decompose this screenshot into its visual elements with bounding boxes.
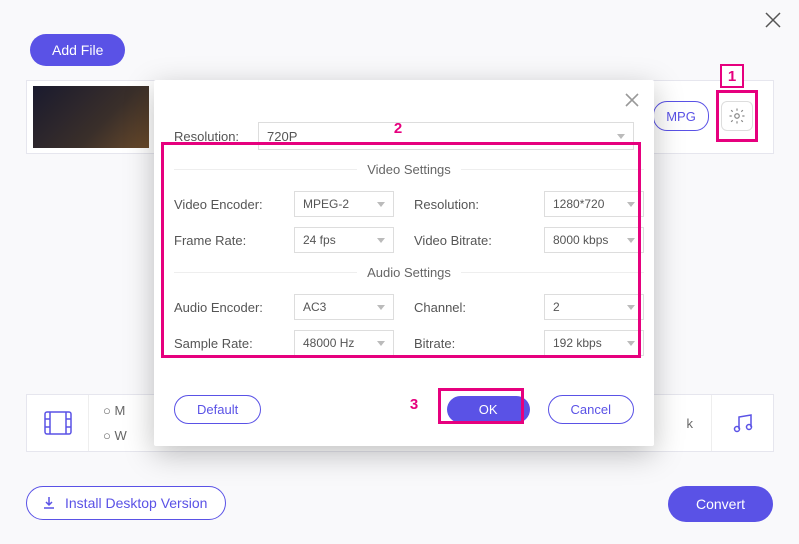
video-bitrate-label: Video Bitrate:: [414, 233, 524, 248]
video-settings-section: Video Settings Video Encoder: MPEG-2 Res…: [174, 162, 644, 253]
settings-gear-button[interactable]: [721, 101, 753, 131]
install-desktop-button[interactable]: Install Desktop Version: [26, 486, 226, 520]
chevron-down-icon: [377, 341, 385, 346]
format-button[interactable]: MPG: [653, 101, 709, 131]
download-icon: [41, 495, 57, 511]
chevron-down-icon: [627, 341, 635, 346]
video-output-tab[interactable]: [27, 395, 89, 451]
frame-rate-select[interactable]: 24 fps: [294, 227, 394, 253]
film-icon: [44, 411, 72, 435]
cancel-button[interactable]: Cancel: [548, 395, 634, 424]
audio-settings-legend: Audio Settings: [357, 265, 461, 280]
audio-settings-section: Audio Settings Audio Encoder: AC3 Channe…: [174, 265, 644, 356]
frame-rate-label: Frame Rate:: [174, 233, 274, 248]
audio-encoder-select[interactable]: AC3: [294, 294, 394, 320]
truncated-text: k: [687, 416, 694, 431]
resolution-value: 720P: [267, 129, 297, 144]
ok-button[interactable]: OK: [447, 396, 530, 423]
video-bitrate-select[interactable]: 8000 kbps: [544, 227, 644, 253]
audio-bitrate-label: Bitrate:: [414, 336, 524, 351]
sample-rate-select[interactable]: 48000 Hz: [294, 330, 394, 356]
chevron-down-icon: [627, 305, 635, 310]
audio-bitrate-select[interactable]: 192 kbps: [544, 330, 644, 356]
channel-select[interactable]: 2: [544, 294, 644, 320]
chevron-down-icon: [377, 202, 385, 207]
profile-settings-modal: Resolution: 720P Video Settings Video En…: [154, 80, 654, 446]
chevron-down-icon: [627, 202, 635, 207]
radio-option[interactable]: ○ M: [103, 403, 127, 418]
video-resolution-label: Resolution:: [414, 197, 524, 212]
audio-output-tab[interactable]: [711, 395, 773, 451]
close-icon: [624, 92, 640, 108]
resolution-select[interactable]: 720P: [258, 122, 634, 150]
gear-icon: [728, 107, 746, 125]
add-file-button[interactable]: Add File: [30, 34, 125, 66]
video-settings-legend: Video Settings: [357, 162, 461, 177]
channel-label: Channel:: [414, 300, 524, 315]
radio-option[interactable]: ○ W: [103, 428, 127, 443]
chevron-down-icon: [377, 305, 385, 310]
video-encoder-label: Video Encoder:: [174, 197, 274, 212]
video-thumbnail[interactable]: [33, 86, 149, 148]
convert-button[interactable]: Convert: [668, 486, 773, 522]
music-icon: [731, 411, 755, 435]
install-label: Install Desktop Version: [65, 495, 207, 511]
app-close-button[interactable]: [761, 8, 785, 32]
video-encoder-select[interactable]: MPEG-2: [294, 191, 394, 217]
sample-rate-label: Sample Rate:: [174, 336, 274, 351]
chevron-down-icon: [377, 238, 385, 243]
audio-encoder-label: Audio Encoder:: [174, 300, 274, 315]
modal-close-button[interactable]: [624, 92, 640, 113]
resolution-label: Resolution:: [174, 129, 252, 144]
video-resolution-select[interactable]: 1280*720: [544, 191, 644, 217]
chevron-down-icon: [627, 238, 635, 243]
chevron-down-icon: [617, 134, 625, 139]
default-button[interactable]: Default: [174, 395, 261, 424]
